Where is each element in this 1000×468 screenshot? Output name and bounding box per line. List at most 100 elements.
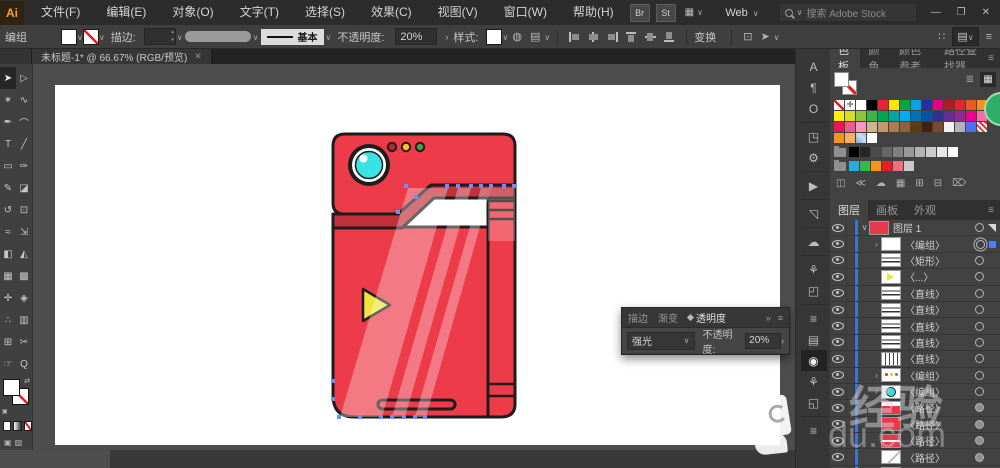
eye-icon[interactable] xyxy=(832,240,844,249)
fill-color-swatch[interactable] xyxy=(61,28,77,45)
swatch[interactable] xyxy=(911,100,921,110)
canvas[interactable] xyxy=(32,64,795,468)
fill-stroke-proxy[interactable] xyxy=(834,72,862,96)
eye-icon[interactable] xyxy=(832,420,844,429)
paintbrush-tool[interactable]: ✑ xyxy=(16,155,32,177)
swatch[interactable] xyxy=(955,122,965,132)
lasso-tool[interactable]: ∿ xyxy=(16,89,32,111)
swatch[interactable] xyxy=(856,122,866,132)
menu-item-5[interactable]: 效果(C) xyxy=(358,0,425,25)
swatch[interactable] xyxy=(845,111,855,121)
swap-fill-stroke-icon[interactable]: ⇄ xyxy=(24,377,30,385)
swatch[interactable] xyxy=(911,122,921,132)
play-icon[interactable]: ▶ xyxy=(801,175,827,196)
panel-menu-icon[interactable]: ≡ xyxy=(778,313,783,323)
swatch[interactable] xyxy=(834,122,844,132)
style-swatch[interactable] xyxy=(486,28,503,45)
swatch[interactable] xyxy=(867,100,877,110)
tab-color[interactable]: 颜色 xyxy=(860,45,890,73)
recolor-artwork-icon[interactable]: ◍ xyxy=(512,30,522,43)
align-r-icon[interactable] xyxy=(606,31,619,43)
layer-row[interactable]: › 〈编组〉 xyxy=(830,367,1000,384)
target-circle[interactable] xyxy=(975,255,984,265)
graphic-styles-panel-icon[interactable]: ⚘ xyxy=(801,259,827,280)
opacity-field[interactable]: 20% xyxy=(395,28,438,45)
align-m-icon[interactable] xyxy=(644,31,657,43)
target-circle[interactable] xyxy=(975,321,984,331)
align-b-icon[interactable] xyxy=(663,31,676,43)
eye-icon[interactable] xyxy=(832,453,844,462)
swatch[interactable] xyxy=(955,111,965,121)
tab-appearance[interactable]: 外观 xyxy=(906,200,944,220)
eye-icon[interactable] xyxy=(832,322,844,331)
eraser-tool[interactable]: ◪ xyxy=(16,177,32,199)
swatch[interactable] xyxy=(867,111,877,121)
tab-gradient[interactable]: 渐变 xyxy=(658,310,678,325)
none-button[interactable] xyxy=(23,421,32,431)
tab-stroke[interactable]: 描边 xyxy=(628,310,648,325)
stock-button[interactable]: St xyxy=(655,3,676,22)
swatch[interactable] xyxy=(867,122,877,132)
swatch[interactable] xyxy=(893,161,903,171)
close-button[interactable]: ✕ xyxy=(982,7,990,18)
grid-view-icon[interactable]: ▦ xyxy=(980,72,996,87)
swatch-group-folder-icon[interactable] xyxy=(834,145,846,157)
swatch[interactable] xyxy=(845,122,855,132)
layer-row[interactable]: 〈直线〉 xyxy=(830,285,1000,302)
swatch[interactable] xyxy=(900,111,910,121)
eye-icon[interactable] xyxy=(832,272,844,281)
target-circle[interactable] xyxy=(975,403,984,413)
free-transform-tool[interactable]: ⇲ xyxy=(16,221,32,243)
blend-tool[interactable]: ◈ xyxy=(16,287,32,309)
swatch[interactable] xyxy=(915,147,925,157)
panel-opacity-field[interactable]: 20% xyxy=(745,332,781,349)
menu-item-4[interactable]: 选择(S) xyxy=(292,0,358,25)
swatch[interactable] xyxy=(933,122,943,132)
swatch[interactable] xyxy=(882,147,892,157)
swatch[interactable] xyxy=(966,111,976,121)
layer-row[interactable]: 〈路径〉 xyxy=(830,416,1000,434)
swatch[interactable] xyxy=(922,100,932,110)
swatch[interactable] xyxy=(871,147,881,157)
width-tool[interactable]: ≈ xyxy=(0,221,16,243)
swatch[interactable] xyxy=(834,111,844,121)
symbol-tools-panel-icon[interactable]: ⚘ xyxy=(801,371,827,392)
target-circle[interactable] xyxy=(975,288,984,298)
swatch[interactable] xyxy=(878,100,888,110)
eye-icon[interactable] xyxy=(832,354,844,363)
swatch[interactable] xyxy=(889,122,899,132)
navigator-panel-icon[interactable]: ▤ xyxy=(801,329,827,350)
menu-item-3[interactable]: 文字(T) xyxy=(227,0,292,25)
bounding-box-icon[interactable]: ⊡ xyxy=(743,30,752,43)
eye-icon[interactable] xyxy=(832,256,844,265)
layer-row[interactable]: › 〈编组〉 xyxy=(830,383,1000,401)
swatch[interactable] xyxy=(893,147,903,157)
swatch[interactable] xyxy=(882,161,892,171)
actions-panel-icon[interactable]: ⚙ xyxy=(801,147,827,168)
swatch[interactable] xyxy=(911,111,921,121)
swatch[interactable] xyxy=(904,147,914,157)
width-profile-dropdown[interactable]: 基本 xyxy=(260,28,324,45)
menu-item-6[interactable]: 视图(V) xyxy=(425,0,491,25)
swatch[interactable] xyxy=(922,111,932,121)
target-circle[interactable] xyxy=(975,436,984,446)
swatch[interactable] xyxy=(878,122,888,132)
eye-icon[interactable] xyxy=(832,371,844,380)
eyedropper-tool[interactable]: ✛ xyxy=(0,287,16,309)
menu-item-7[interactable]: 窗口(W) xyxy=(491,0,560,25)
swatch-libraries-icon[interactable]: ◫ xyxy=(836,178,845,189)
restore-button[interactable]: ❐ xyxy=(957,7,966,18)
close-tab-icon[interactable]: ✕ xyxy=(194,51,202,62)
transparency-panel-icon[interactable]: ◉ xyxy=(800,350,827,371)
paragraph-panel-icon[interactable]: ¶ xyxy=(801,77,827,98)
swatch-texture[interactable] xyxy=(856,133,866,143)
swatch[interactable] xyxy=(889,100,899,110)
eye-icon[interactable] xyxy=(832,289,844,298)
eye-icon[interactable] xyxy=(832,403,844,412)
swatch[interactable] xyxy=(900,100,910,110)
swatch[interactable] xyxy=(878,111,888,121)
shape-builder-tool[interactable]: ◧ xyxy=(0,243,16,265)
panel-menu-icon[interactable]: ≡ xyxy=(988,53,994,64)
slice-tool[interactable]: ✂ xyxy=(16,331,32,353)
eye-icon[interactable] xyxy=(832,387,844,396)
